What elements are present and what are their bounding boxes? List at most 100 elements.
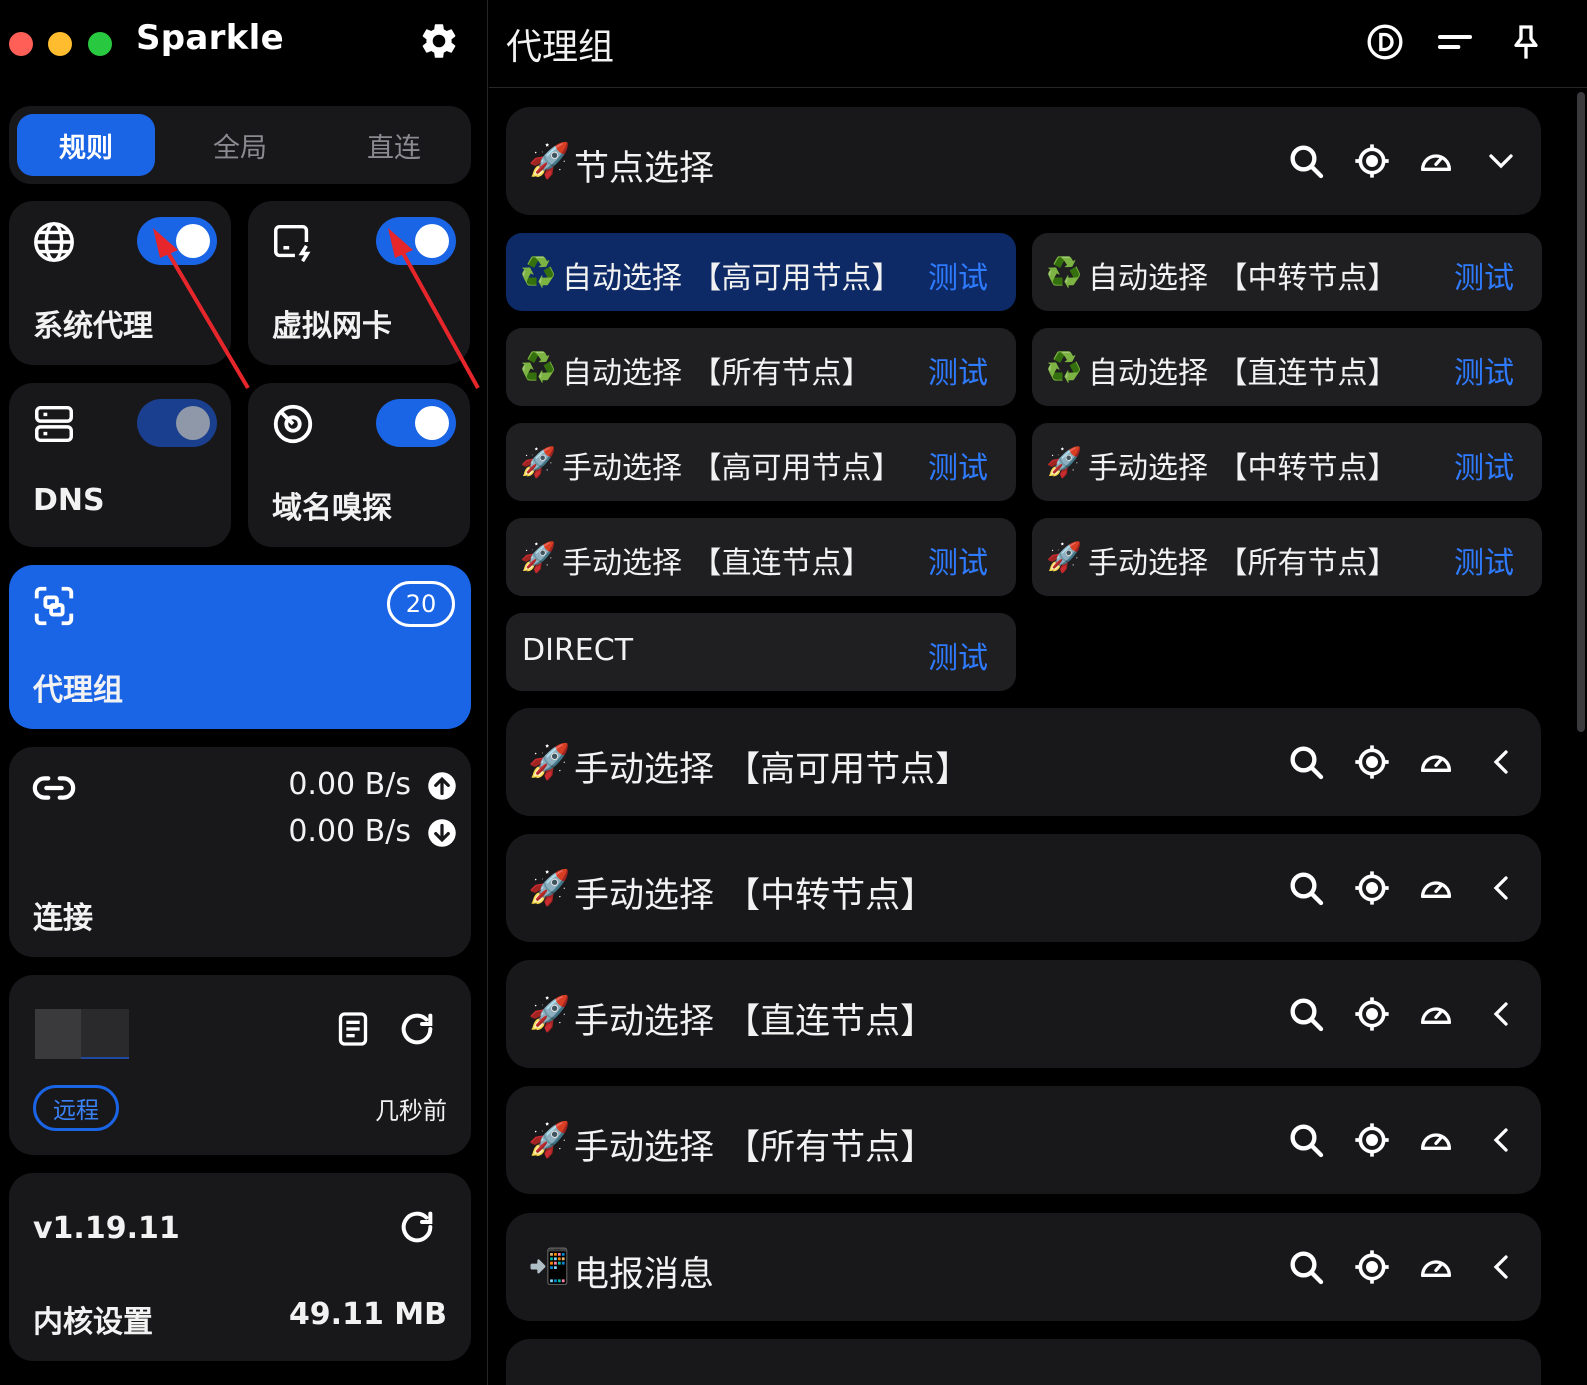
proxy-item-direct[interactable]: DIRECT 测试 [506,613,1016,691]
group-item-partial[interactable] [506,1339,1541,1385]
proxy-groups-card[interactable]: 20 代理组 [9,565,471,729]
search-icon[interactable] [1286,742,1326,782]
proxy-groups-label: 代理组 [33,673,123,708]
link-icon [32,776,76,800]
mobile-arrow-icon: 📲 [528,1247,571,1287]
speedometer-icon[interactable] [1416,1120,1456,1160]
proxy-item[interactable]: ♻️ 自动选择 【中转节点】 测试 [1032,233,1542,311]
proxy-name: 手动选择 【高可用节点】 [562,451,902,486]
speedometer-icon[interactable] [1416,141,1456,181]
chevron-left-icon[interactable] [1481,868,1521,908]
search-icon[interactable] [1286,141,1326,181]
group-item[interactable]: 🚀 手动选择 【中转节点】 [506,834,1541,942]
proxy-groups-count-badge: 20 [387,581,455,627]
group-name: 手动选择 【中转节点】 [574,876,936,916]
refresh-icon[interactable] [397,1009,437,1049]
scrollbar[interactable] [1577,92,1585,732]
recycle-icon: ♻️ [520,350,557,384]
proxy-item[interactable]: 🚀 手动选择 【高可用节点】 测试 [506,423,1016,501]
speedometer-icon[interactable] [1416,742,1456,782]
dns-toggle[interactable] [137,399,217,447]
tun-toggle[interactable] [376,217,456,265]
mode-tab-rule[interactable]: 规则 [17,114,155,176]
system-proxy-card[interactable]: 系统代理 [9,201,231,365]
proxy-item[interactable]: ♻️ 自动选择 【高可用节点】 测试 [506,233,1016,311]
group-item[interactable]: 🚀 手动选择 【所有节点】 [506,1086,1541,1194]
locate-icon[interactable] [1352,1247,1392,1287]
proxy-item[interactable]: ♻️ 自动选择 【直连节点】 测试 [1032,328,1542,406]
proxy-test-button[interactable]: 测试 [928,443,988,487]
proxy-name: 手动选择 【中转节点】 [1088,451,1398,486]
sniff-card[interactable]: 域名嗅探 [248,383,470,547]
chevron-down-icon[interactable] [1481,141,1521,181]
core-version: v1.19.11 [33,1211,180,1246]
core-memory: 49.11 MB [288,1297,447,1332]
zoom-window-button[interactable] [88,32,112,56]
speedometer-icon[interactable] [1416,1247,1456,1287]
proxy-test-button[interactable]: 测试 [928,253,988,297]
server-icon [35,405,73,443]
globe-icon [34,222,74,262]
core-refresh-icon[interactable] [397,1207,437,1247]
sort-lines-icon[interactable] [1435,22,1475,62]
recycle-icon: ♻️ [1046,255,1083,289]
document-icon[interactable] [333,1009,373,1049]
proxy-test-button[interactable]: 测试 [1454,443,1514,487]
locate-icon[interactable] [1352,994,1392,1034]
speedometer-icon[interactable] [1416,994,1456,1034]
rocket-icon: 🚀 [528,868,571,908]
group-item[interactable]: 🚀 手动选择 【高可用节点】 [506,708,1541,816]
connections-card[interactable]: 0.00 B/s 0.00 B/s 连接 [9,747,471,957]
rocket-icon: 🚀 [520,540,557,574]
chevron-left-icon[interactable] [1481,994,1521,1034]
close-window-button[interactable] [9,32,33,56]
proxy-test-button[interactable]: 测试 [928,633,988,677]
locate-icon[interactable] [1352,742,1392,782]
main-panel: 代理组 🚀 节点选择 ♻️ 自动选择 【高可用节点】 测试 ♻️ 自动选择 【中… [489,0,1587,1385]
mode-tab-global[interactable]: 全局 [171,114,309,176]
sidebar: Sparkle 规则 全局 直连 系统代理 虚拟网卡 DNS 域名嗅探 20 代… [0,0,488,1385]
proxy-test-button[interactable]: 测试 [1454,538,1514,582]
rocket-icon: 🚀 [528,994,571,1034]
proxy-test-button[interactable]: 测试 [1454,253,1514,297]
proxy-test-button[interactable]: 测试 [928,538,988,582]
radar-icon [273,404,313,444]
locate-icon[interactable] [1352,1120,1392,1160]
proxy-test-button[interactable]: 测试 [928,348,988,392]
search-icon[interactable] [1286,868,1326,908]
chevron-left-icon[interactable] [1481,1247,1521,1287]
proxy-name: DIRECT [522,633,634,668]
group-name: 手动选择 【直连节点】 [574,1002,936,1042]
gear-icon[interactable] [418,20,460,62]
profile-name-redacted [35,1009,129,1059]
search-icon[interactable] [1286,1120,1326,1160]
locate-icon[interactable] [1352,868,1392,908]
profile-card[interactable]: 远程 几秒前 [9,975,471,1155]
speedometer-icon[interactable] [1416,868,1456,908]
group-item[interactable]: 📲 电报消息 [506,1213,1541,1321]
connections-label: 连接 [33,901,93,936]
d-circle-icon[interactable] [1365,22,1405,62]
dns-card[interactable]: DNS [9,383,231,547]
locate-icon[interactable] [1352,141,1392,181]
proxy-item[interactable]: 🚀 手动选择 【所有节点】 测试 [1032,518,1542,596]
search-icon[interactable] [1286,1247,1326,1287]
core-settings-label: 内核设置 [33,1305,153,1340]
sniff-toggle[interactable] [376,399,456,447]
chevron-left-icon[interactable] [1481,742,1521,782]
minimize-window-button[interactable] [48,32,72,56]
core-card[interactable]: v1.19.11 内核设置 49.11 MB [9,1173,471,1361]
pin-icon[interactable] [1506,22,1546,62]
proxy-item[interactable]: 🚀 手动选择 【直连节点】 测试 [506,518,1016,596]
search-icon[interactable] [1286,994,1326,1034]
system-proxy-toggle[interactable] [137,217,217,265]
tun-card[interactable]: 虚拟网卡 [248,201,470,365]
group-name: 电报消息 [574,1255,715,1295]
chevron-left-icon[interactable] [1481,1120,1521,1160]
proxy-test-button[interactable]: 测试 [1454,348,1514,392]
group-item[interactable]: 🚀 手动选择 【直连节点】 [506,960,1541,1068]
group-node-select[interactable]: 🚀 节点选择 [506,107,1541,215]
proxy-item[interactable]: 🚀 手动选择 【中转节点】 测试 [1032,423,1542,501]
mode-tab-direct[interactable]: 直连 [325,114,463,176]
proxy-item[interactable]: ♻️ 自动选择 【所有节点】 测试 [506,328,1016,406]
